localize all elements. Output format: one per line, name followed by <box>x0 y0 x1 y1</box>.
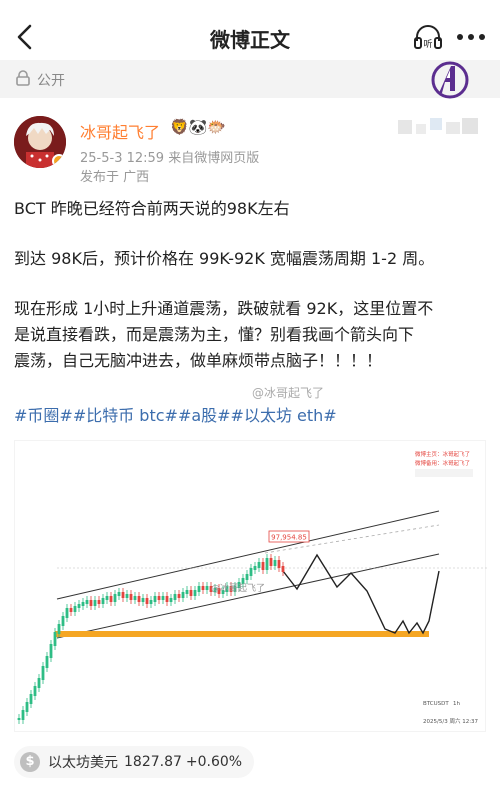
chart-corner-controls <box>415 469 473 477</box>
candle-body <box>149 600 153 604</box>
candle-body <box>253 566 257 570</box>
candle-body <box>21 710 25 720</box>
candle-body <box>17 718 21 720</box>
dollar-coin-icon: $ <box>20 752 40 772</box>
avengers-logo-icon <box>431 61 469 99</box>
candle-body <box>257 562 261 568</box>
visibility-label: 公开 <box>37 73 65 89</box>
candle-body <box>177 594 181 598</box>
candle-body <box>25 702 29 712</box>
candle-body <box>45 656 49 668</box>
post-paragraph-3-line-3: 震荡，自己无脑冲进去，做单麻烦带点脑子！！！！ <box>14 351 383 370</box>
candle-body <box>121 592 125 598</box>
candlesticks <box>17 554 285 724</box>
author-name[interactable]: 冰哥起飞了 <box>80 119 160 143</box>
candle-body <box>57 624 61 634</box>
candle-body <box>249 568 253 576</box>
author-avatar[interactable] <box>14 116 66 168</box>
candle-body <box>97 600 101 604</box>
candle-body <box>205 586 209 590</box>
post-paragraph-3-line-1: 现在形成 1小时上升通道震荡，跌破就看 92K，这里位置不 <box>14 299 434 318</box>
post-paragraph-1: BCT 昨晚已经符合前两天说的98K左右 <box>14 199 290 218</box>
candle-body <box>157 596 161 600</box>
chart-corner-line-2: 微博备用：冰哥起飞了 <box>415 459 470 467</box>
chart-symbol: BTCUSDT <box>423 701 449 707</box>
ticker-price: 1827.87 <box>124 754 182 770</box>
price-label: 97,954.85 <box>271 534 307 542</box>
candle-body <box>105 596 109 600</box>
candle-body <box>33 686 37 696</box>
candle-body <box>89 600 93 606</box>
post-paragraph-3-line-2: 是说直接看跌，而是震荡为主，懂？别看我画个箭头向下 <box>14 325 415 344</box>
candle-body <box>53 632 57 646</box>
candle-body <box>181 592 185 598</box>
listen-label: 听 <box>423 39 432 50</box>
candle-body <box>117 592 121 596</box>
support-band <box>55 631 429 637</box>
verified-badge <box>52 154 66 168</box>
chart-timeframe: 1h <box>453 701 460 707</box>
candle-body <box>197 586 201 592</box>
candle-body <box>245 574 249 580</box>
ticker-chip[interactable]: $ 以太坊美元 1827.87 +0.60% <box>14 746 255 778</box>
listen-headphones-icon[interactable]: 听 <box>413 24 443 50</box>
candle-body <box>73 606 77 612</box>
candle-body <box>145 598 149 604</box>
post-paragraph-2: 到达 98K后，预计价格在 99K-92K 宽幅震荡周期 1-2 周。 <box>14 249 435 268</box>
candle-body <box>37 678 41 688</box>
chart-date: 2025/5/3 周六 12:37 <box>423 717 479 725</box>
candle-body <box>281 566 285 572</box>
candle-body <box>65 608 69 618</box>
candle-body <box>129 594 133 600</box>
candle-body <box>165 596 169 602</box>
candle-body <box>93 600 97 606</box>
candle-body <box>137 596 141 602</box>
blurred-follow-area <box>398 118 478 134</box>
candle-body <box>101 598 105 604</box>
post-watermark: @冰哥起飞了 <box>252 386 325 400</box>
ticker-name: 以太坊美元 <box>48 755 118 771</box>
candle-body <box>261 562 265 570</box>
post-timestamp: 25-5-3 12:59 来自微博网页版 <box>80 151 260 166</box>
lock-icon <box>16 70 30 86</box>
candle-body <box>109 596 113 602</box>
candle-body <box>193 590 197 596</box>
visibility-row: 公开 <box>0 60 500 98</box>
candle-body <box>77 604 81 608</box>
candle-body <box>81 602 85 606</box>
candle-body <box>185 590 189 594</box>
more-options-icon[interactable] <box>456 33 486 41</box>
btc-chart-image[interactable]: 97,954.85 微博主页：冰哥起飞了 微博备用：冰哥起飞了 @冰哥起飞了 B… <box>14 440 487 732</box>
candle-body <box>69 608 73 612</box>
candle-body <box>125 594 129 598</box>
candle-body <box>133 596 137 600</box>
chart-watermark: @冰哥起飞了 <box>211 582 265 594</box>
candle-body <box>49 644 53 658</box>
post-paragraph-3: 现在形成 1小时上升通道震荡，跌破就看 92K，这里位置不 是说直接看跌，而是震… <box>14 296 488 374</box>
chart-drawing: 97,954.85 微博主页：冰哥起飞了 微博备用：冰哥起飞了 @冰哥起飞了 B… <box>17 450 487 725</box>
candle-body <box>141 598 145 602</box>
ticker-change: +0.60% <box>185 754 243 770</box>
candle-body <box>113 594 117 602</box>
post-location: 发布于 广西 <box>80 170 150 185</box>
candle-body <box>85 600 89 604</box>
candle-body <box>61 616 65 626</box>
candle-body <box>153 596 157 602</box>
candle-body <box>201 586 205 590</box>
hashtag-links[interactable]: #币圈##比特币 btc##a股##以太坊 eth# <box>14 402 337 426</box>
candle-body <box>273 560 277 566</box>
candle-body <box>269 558 273 566</box>
candle-body <box>169 598 173 602</box>
candle-body <box>277 560 281 568</box>
candle-body <box>189 590 193 596</box>
chart-corner-line-1: 微博主页：冰哥起飞了 <box>415 450 470 458</box>
candle-body <box>41 666 45 680</box>
candle-body <box>29 694 33 704</box>
projected-path-line <box>282 553 440 635</box>
author-badges: 🦁🐼🐡 <box>170 118 227 136</box>
candle-body <box>161 596 165 600</box>
candle-body <box>265 558 269 570</box>
candle-body <box>173 594 177 600</box>
